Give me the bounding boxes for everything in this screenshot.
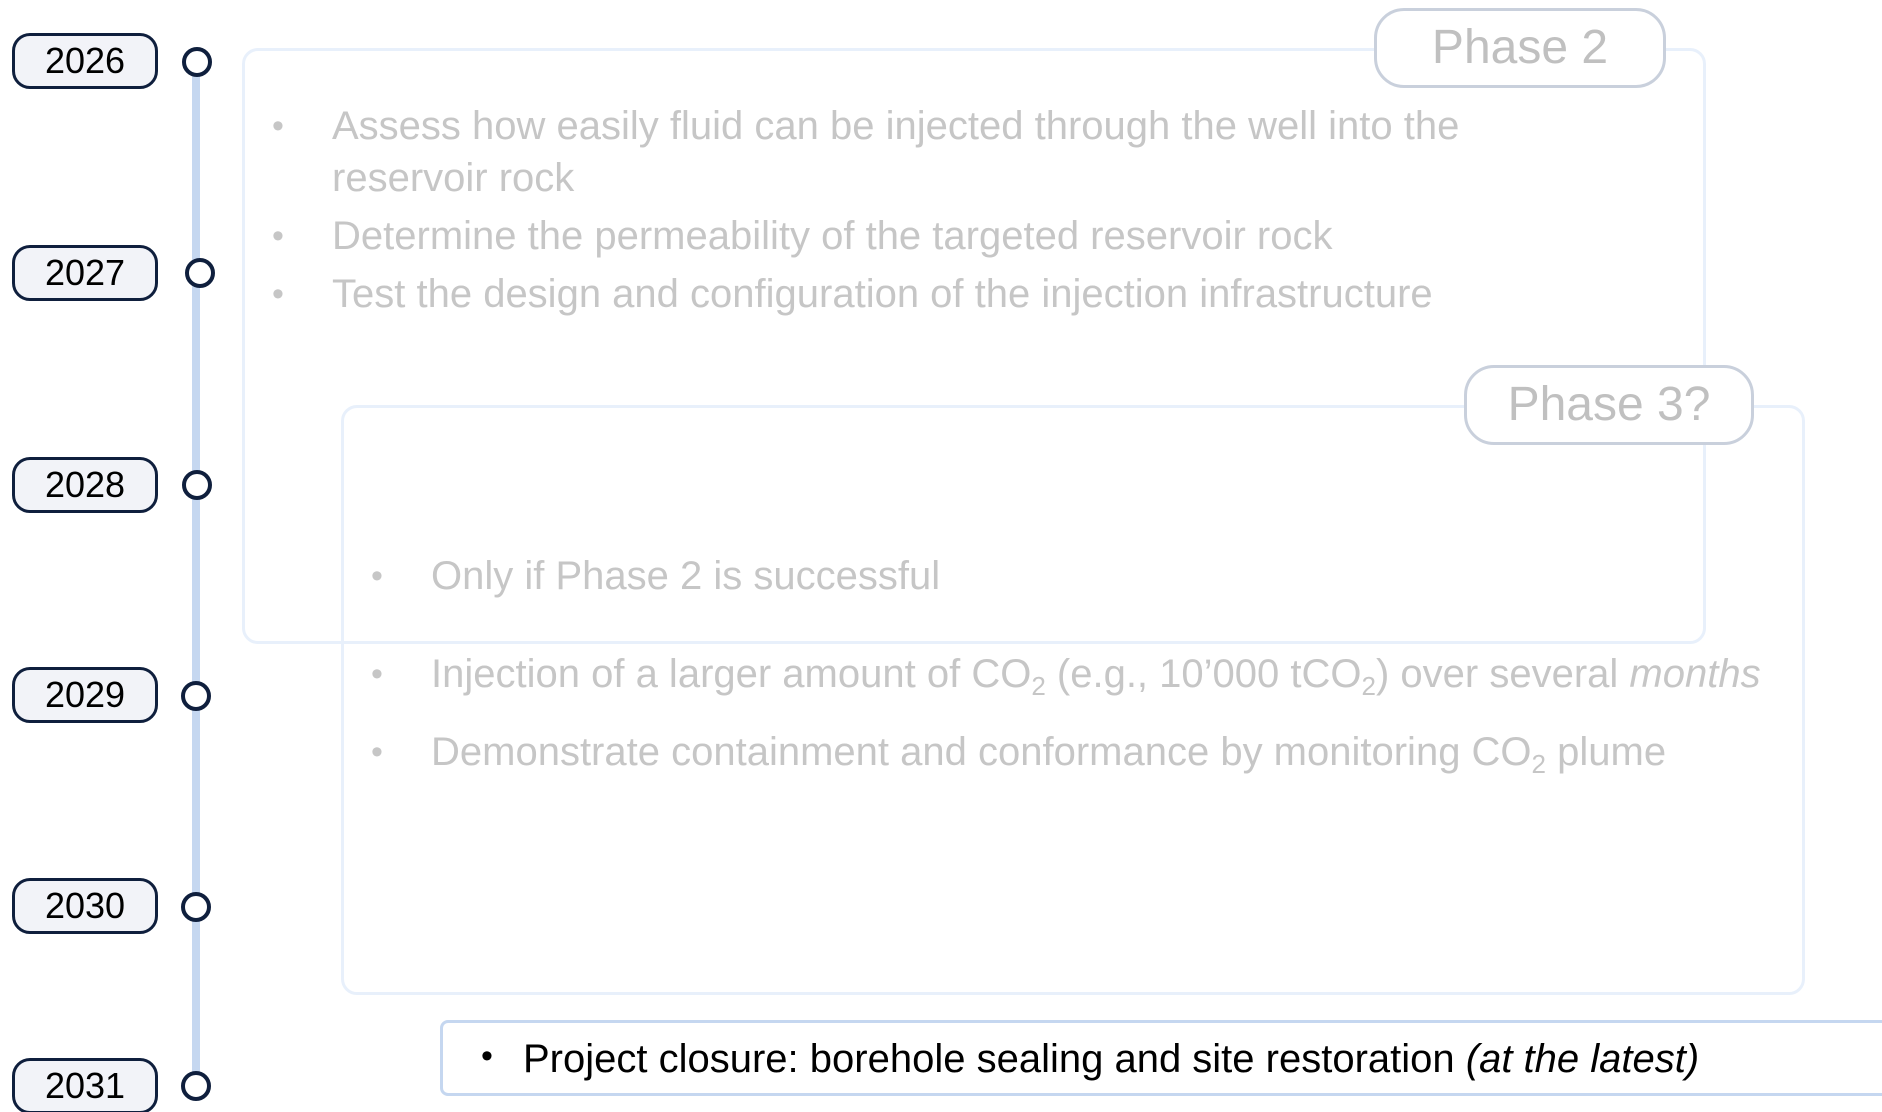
timeline-axis <box>192 60 200 1090</box>
phase3-bullet: Injection of a larger amount of CO2 (e.g… <box>341 636 1821 712</box>
subscript: 2 <box>1531 749 1547 779</box>
tick-marker-2028 <box>182 470 212 500</box>
tick-marker-2030 <box>181 892 211 922</box>
phase2-pill: Phase 2 <box>1374 8 1666 88</box>
year-label-2026: 2026 <box>12 33 158 89</box>
subscript: 2 <box>1361 671 1376 701</box>
subscript: 2 <box>1031 671 1046 701</box>
closure-bullet-marker: • <box>481 1037 493 1075</box>
phase3-bullet-text: (e.g., 10’000 tCO <box>1045 652 1362 696</box>
closure-box: • Project closure: borehole sealing and … <box>440 1020 1882 1096</box>
phase2-bullet-text: Assess how easily fluid can be injected … <box>332 104 1460 200</box>
closure-italic-text: (at the latest) <box>1465 1037 1700 1081</box>
closure-text: Project closure: borehole sealing and si… <box>523 1037 1699 1082</box>
tick-marker-2027 <box>185 258 215 288</box>
phase3-bullet: Only if Phase 2 is successful <box>341 550 1821 602</box>
phase2-bullet-text: Test the design and configuration of the… <box>332 272 1433 316</box>
year-label-2029: 2029 <box>12 667 158 723</box>
timeline-diagram: 2026 2027 2028 2029 2030 2031 Assess how… <box>0 0 1882 1112</box>
closure-main-text: Project closure: borehole sealing and si… <box>523 1037 1466 1081</box>
phase2-bullet: Determine the permeability of the target… <box>242 210 1602 262</box>
year-label-2030: 2030 <box>12 878 158 934</box>
phase3-pill: Phase 3? <box>1464 365 1754 445</box>
phase2-bullet: Test the design and configuration of the… <box>242 268 1602 320</box>
tick-marker-2029 <box>181 681 211 711</box>
tick-marker-2031 <box>181 1071 211 1101</box>
year-label-2028: 2028 <box>12 457 158 513</box>
phase3-bullet-italic: months <box>1629 652 1761 696</box>
year-label-2027: 2027 <box>12 245 158 301</box>
phase3-bullet-list: Only if Phase 2 is successful Injection … <box>341 550 1821 778</box>
phase2-bullet-text: Determine the permeability of the target… <box>332 214 1333 258</box>
phase3-bullet-text: Only if Phase 2 is successful <box>431 554 941 598</box>
phase3-bullet-text: ) over several <box>1375 652 1630 696</box>
phase3-bullet: Demonstrate containment and conformance … <box>341 726 1821 778</box>
phase2-bullet-list: Assess how easily fluid can be injected … <box>242 100 1602 320</box>
phase3-bullet-text: Injection of a larger amount of CO <box>431 652 1032 696</box>
phase2-bullet: Assess how easily fluid can be injected … <box>242 100 1602 204</box>
phase3-bullet-text: Demonstrate containment and conformance … <box>431 730 1532 774</box>
phase3-bullet-text: plume <box>1546 730 1667 774</box>
year-label-2031: 2031 <box>12 1058 158 1112</box>
tick-marker-2026 <box>182 47 212 77</box>
